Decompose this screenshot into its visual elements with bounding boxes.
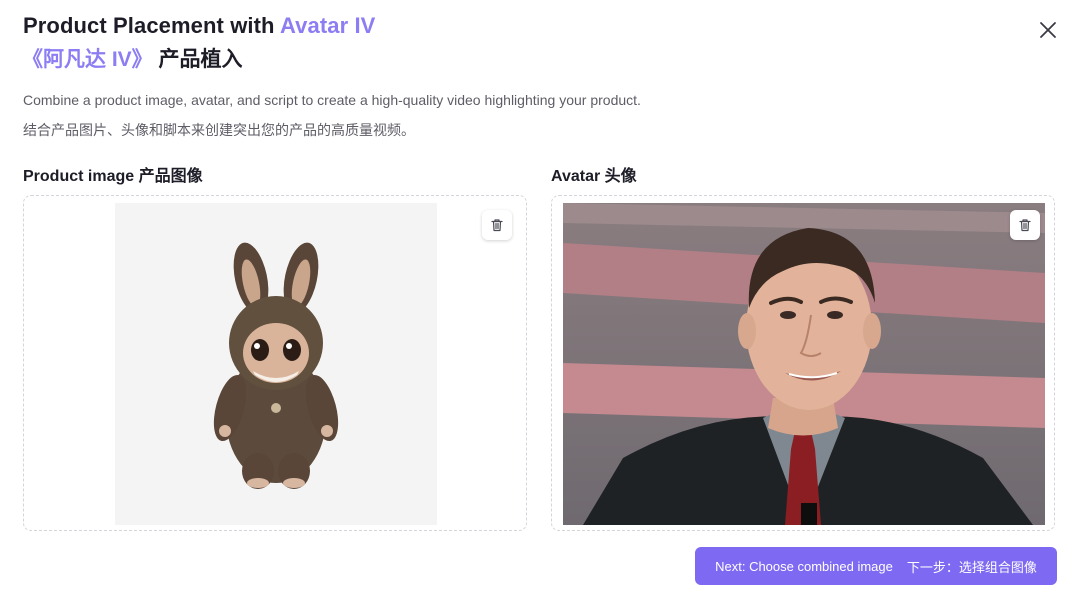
trash-icon <box>491 219 503 232</box>
product-image-panel[interactable] <box>23 195 527 531</box>
close-icon <box>1040 22 1056 38</box>
subtitle-text: 产品植入 <box>152 48 243 71</box>
avatar-label: Avatar 头像 <box>551 168 637 185</box>
page-subtitle: 《阿凡达 IV》 产品植入 <box>22 46 243 74</box>
next-button[interactable]: Next: Choose combined image 下一步：选择组合图像 <box>695 547 1057 585</box>
trash-icon <box>1019 219 1031 232</box>
next-button-label-zh: 下一步：选择组合图像 <box>906 559 1037 575</box>
delete-avatar-button[interactable] <box>1010 210 1040 240</box>
avatar-image <box>563 203 1045 525</box>
page-title: Product Placement with Avatar IV <box>23 12 375 40</box>
title-text: Product Placement with <box>23 13 280 38</box>
title-accent: Avatar IV <box>279 13 376 38</box>
close-button[interactable] <box>1036 18 1060 42</box>
subtitle-accent: 《阿凡达 IV》 <box>22 48 153 71</box>
delete-product-button[interactable] <box>482 210 512 240</box>
description-zh: 结合产品图片、头像和脚本来创建突出您的产品的高质量视频。 <box>23 122 415 138</box>
product-image <box>115 203 437 525</box>
description-en: Combine a product image, avatar, and scr… <box>23 92 641 108</box>
product-image-label: Product image 产品图像 <box>23 168 203 185</box>
avatar-panel[interactable] <box>551 195 1055 531</box>
next-button-label-en: Next: Choose combined image <box>715 558 893 574</box>
